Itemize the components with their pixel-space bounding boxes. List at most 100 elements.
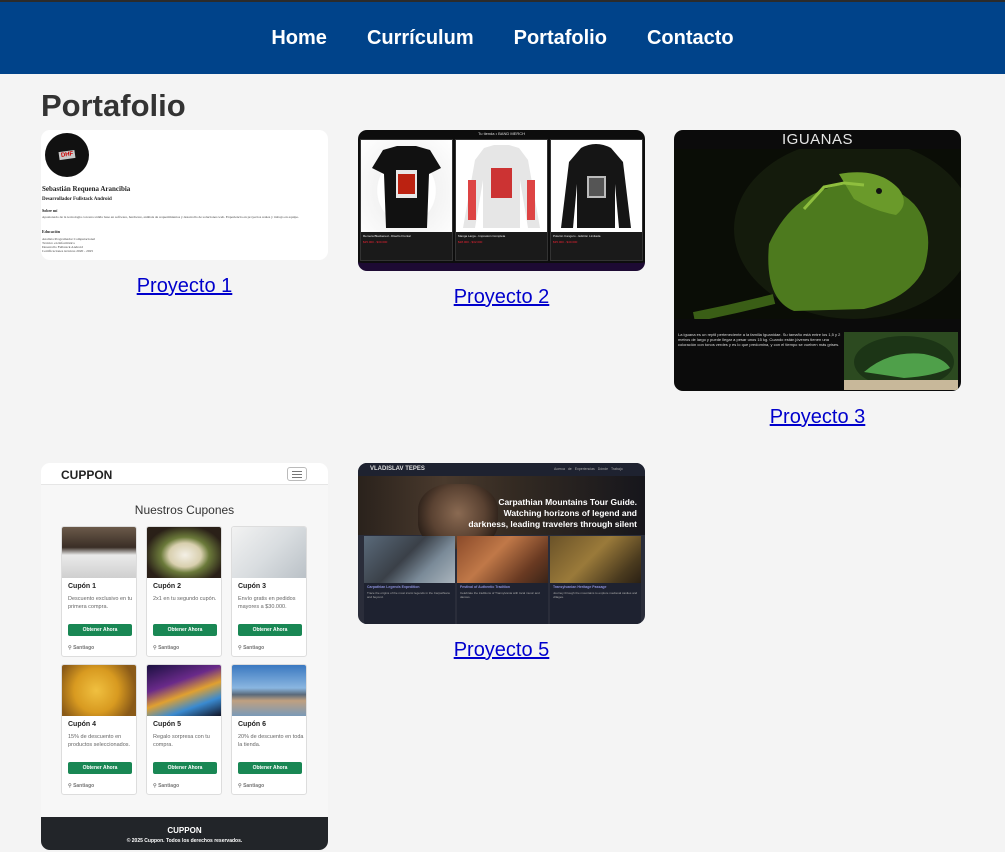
paella-image xyxy=(62,665,136,716)
tour-card-text: Celebrate the traditions of Transylvania… xyxy=(460,591,540,599)
location-label: ⚲ Santiago xyxy=(238,783,264,789)
store-footer: © 2025 Todos los derechos reservados xyxy=(475,266,528,270)
coupon-title: Cupón 3 xyxy=(238,583,266,590)
coupon-description: 15% de descuento en productos selecciona… xyxy=(68,734,131,748)
page-title: Portafolio xyxy=(41,88,186,123)
obtener-ahora-button[interactable]: Obtener Ahora xyxy=(153,624,217,636)
cv-role: Desarrollador Fullstack Android xyxy=(42,197,112,202)
project-5-thumbnail[interactable]: VLADISLAV TEPES Acerca de Experiencias D… xyxy=(358,463,645,624)
coupon-description: 2x1 en tu segundo cupón. xyxy=(153,596,217,602)
coupon-description: Regalo sorpresa con tu compra. xyxy=(153,734,210,748)
tour-card-title: Transylvanian Heritage Passage xyxy=(553,585,607,589)
product-price: $28.000 - $32.000 xyxy=(458,240,483,244)
cupones-title: Nuestros Cupones xyxy=(134,503,235,517)
location-text: Santiago xyxy=(73,783,95,789)
location-text: Santiago xyxy=(73,645,95,651)
cv-about-text: Apasionado de la tecnología con una sóli… xyxy=(42,215,299,219)
tour-card-text: Journey through the mountains to explore… xyxy=(553,591,638,599)
logo-text: DHF xyxy=(58,149,76,161)
tour-card: Festival of Authentic Tradition Celebrat… xyxy=(457,536,548,624)
obtener-ahora-button[interactable]: Obtener Ahora xyxy=(238,624,302,636)
product-name: Polerón Canguro - Edición Limitada xyxy=(553,234,601,238)
tour-nav-links: Acerca de Experiencias Dónde Trabajo xyxy=(554,467,623,471)
map-pin-icon: ⚲ xyxy=(153,783,157,789)
product-card: Remera Blackened - Diseño Frontal $25.00… xyxy=(360,139,453,261)
nav-contacto-link[interactable]: Contacto xyxy=(647,27,734,50)
obtener-ahora-button[interactable]: Obtener Ahora xyxy=(68,762,132,774)
product-price: $35.000 - $40.000 xyxy=(553,240,578,244)
cuppon-navbar: CUPPON xyxy=(41,463,328,485)
tour-card: Carpathian Legends Expedition Trace the … xyxy=(364,536,455,624)
location-text: Santiago xyxy=(243,783,265,789)
cuppon-footer: CUPPON © 2025 Cuppon. Todos los derechos… xyxy=(41,817,328,850)
coupon-title: Cupón 4 xyxy=(68,721,96,728)
top-nav: Home Currículum Portafolio Contacto xyxy=(0,0,1005,74)
project-3-link[interactable]: Proyecto 3 xyxy=(674,406,961,429)
obtener-ahora-button[interactable]: Obtener Ahora xyxy=(238,762,302,774)
coupon-card: Cupón 1 Descuento exclusivo en tu primer… xyxy=(61,526,137,657)
location-text: Santiago xyxy=(243,645,265,651)
product-price: $25.000 - $30.000 xyxy=(363,240,388,244)
festival-people-image xyxy=(457,536,548,583)
project-4-thumbnail[interactable]: CUPPON Nuestros Cupones Cupón 1 Descuent… xyxy=(41,463,328,850)
longsleeve-image xyxy=(456,140,547,232)
product-card: Polerón Canguro - Edición Limitada $35.0… xyxy=(550,139,643,261)
product-card: Manga Larga - Impresión Completa $28.000… xyxy=(455,139,548,261)
project-3-thumbnail[interactable]: IGUANAS La iguana es un reptil perteneci… xyxy=(674,130,961,391)
project-1-link[interactable]: Proyecto 1 xyxy=(41,275,328,298)
nav-curriculum-link[interactable]: Currículum xyxy=(367,27,474,50)
footer-brand: CUPPON xyxy=(167,826,202,835)
hero-text: Carpathian Mountains Tour Guide. Watchin… xyxy=(468,497,637,529)
iguanas-description: La iguana es un reptil perteneciente a l… xyxy=(678,332,841,347)
carnival-lights-image xyxy=(147,665,221,716)
tour-hero: Carpathian Mountains Tour Guide. Watchin… xyxy=(358,476,645,549)
location-label: ⚲ Santiago xyxy=(238,645,264,651)
cv-about-heading: Sobre mí xyxy=(42,208,58,213)
dental-chair-image xyxy=(232,527,306,578)
hamburger-menu-icon[interactable] xyxy=(287,467,307,481)
coupon-title: Cupón 6 xyxy=(238,721,266,728)
nav-home-link[interactable]: Home xyxy=(271,27,327,50)
footer-copyright: © 2025 Cuppon. Todos los derechos reserv… xyxy=(126,838,243,844)
tour-navbar: VLADISLAV TEPES Acerca de Experiencias D… xyxy=(358,463,645,476)
project-1-thumbnail[interactable]: DHF Sebastián Requena Arancibia Desarrol… xyxy=(41,130,328,260)
coupon-card: Cupón 2 2x1 en tu segundo cupón. Obtener… xyxy=(146,526,222,657)
map-pin-icon: ⚲ xyxy=(68,783,72,789)
obtener-ahora-button[interactable]: Obtener Ahora xyxy=(153,762,217,774)
project-2-thumbnail[interactable]: Tu tienda • BAND MERCH Remera Blackened … xyxy=(358,130,645,271)
project-2-link[interactable]: Proyecto 2 xyxy=(358,286,645,309)
lake-landscape-image xyxy=(232,665,306,716)
nav-portafolio-link[interactable]: Portafolio xyxy=(514,27,607,50)
coupon-description: Descuento exclusivo en tu primera compra… xyxy=(68,596,133,610)
coupon-title: Cupón 1 xyxy=(68,583,96,590)
cv-education-heading: Educación xyxy=(42,229,61,234)
tour-card-title: Festival of Authentic Tradition xyxy=(460,585,511,589)
tour-brand: VLADISLAV TEPES xyxy=(370,466,425,472)
coupon-title: Cupón 2 xyxy=(153,583,181,590)
cuppon-brand: CUPPON xyxy=(61,468,113,482)
tshirt-image xyxy=(361,140,452,232)
store-header: Tu tienda • BAND MERCH xyxy=(477,131,526,136)
cv-name: Sebastián Requena Arancibia xyxy=(42,185,131,193)
location-label: ⚲ Santiago xyxy=(68,783,94,789)
food-plate-image xyxy=(147,527,221,578)
location-label: ⚲ Santiago xyxy=(153,645,179,651)
castle-portrait-image xyxy=(364,536,455,583)
tour-card-text: Trace the origins of the most iconic leg… xyxy=(367,591,450,599)
product-name: Remera Blackened - Diseño Frontal xyxy=(363,234,411,238)
map-pin-icon: ⚲ xyxy=(238,645,242,651)
location-text: Santiago xyxy=(158,645,180,651)
map-pin-icon: ⚲ xyxy=(238,783,242,789)
tour-card: Transylvanian Heritage Passage Journey t… xyxy=(550,536,641,624)
avatar: DHF xyxy=(45,133,89,177)
iguana-image xyxy=(674,149,961,319)
location-label: ⚲ Santiago xyxy=(68,645,94,651)
iguanas-title: IGUANAS xyxy=(781,131,853,148)
obtener-ahora-button[interactable]: Obtener Ahora xyxy=(68,624,132,636)
coupon-card: Cupón 3 Envío gratis en pedidos mayores … xyxy=(231,526,307,657)
location-label: ⚲ Santiago xyxy=(153,783,179,789)
project-5-link[interactable]: Proyecto 5 xyxy=(358,639,645,662)
product-name: Manga Larga - Impresión Completa xyxy=(458,234,506,238)
map-pin-icon: ⚲ xyxy=(153,645,157,651)
hoodie-image xyxy=(551,140,642,232)
